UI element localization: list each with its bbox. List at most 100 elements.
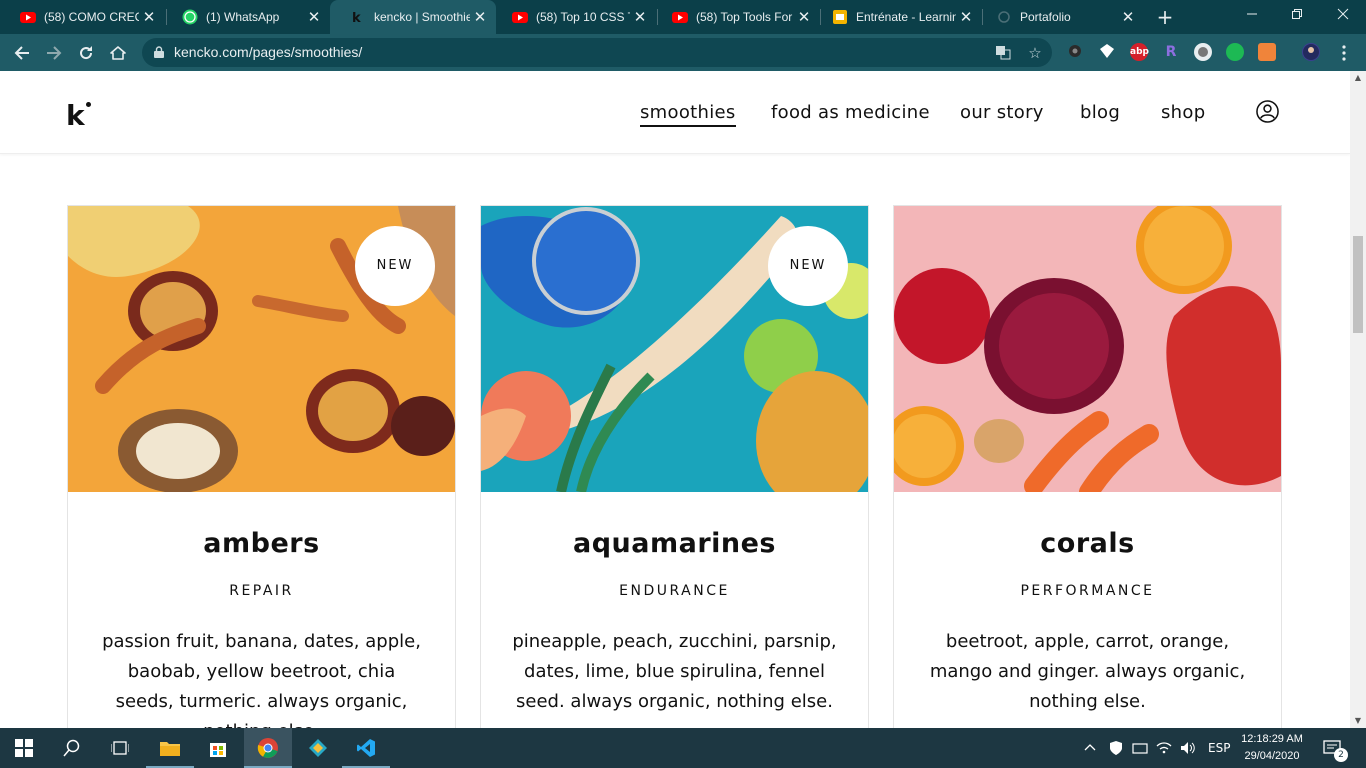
corals-ingredients-image [894, 206, 1281, 492]
nav-shop[interactable]: shop [1161, 102, 1205, 123]
tab-youtube-css[interactable]: (58) Top 10 CSS Tr ✕ [492, 0, 656, 34]
browser-tab-strip: (58) COMO CRECER ✕ (1) WhatsApp ✕ k kenc… [0, 0, 1366, 34]
close-window-button[interactable] [1320, 0, 1366, 34]
close-icon [1337, 8, 1349, 20]
system-clock[interactable]: 12:18:29 AM 29/04/2020 [1232, 731, 1312, 765]
scrollbar-thumb[interactable] [1353, 236, 1363, 333]
arrow-right-icon [47, 46, 62, 60]
product-card-aquamarines[interactable]: NEW aquamarines ENDURANCE pineapple, pea… [480, 205, 869, 728]
new-badge: NEW [768, 226, 848, 306]
minimize-icon [1247, 13, 1257, 15]
scroll-up-arrow-icon[interactable]: ▲ [1350, 71, 1366, 85]
close-icon[interactable]: ✕ [794, 8, 814, 26]
corals-photo[interactable] [894, 206, 1281, 492]
adblock-plus-icon[interactable]: abp [1130, 43, 1149, 61]
browser-toolbar: kencko.com/pages/smoothies/ ☆ abp R [0, 34, 1366, 71]
orange-extension-icon[interactable] [1258, 43, 1276, 61]
card-description: passion fruit, banana, dates, apple, bao… [102, 631, 421, 728]
security-shield-icon[interactable] [1108, 728, 1124, 768]
youtube-icon [672, 12, 688, 23]
svg-text:k: k [352, 11, 361, 25]
wifi-icon[interactable] [1156, 728, 1172, 768]
address-bar[interactable]: kencko.com/pages/smoothies/ ☆ [142, 38, 1052, 67]
vscode-button[interactable] [342, 728, 390, 768]
product-card-ambers[interactable]: NEW ambers REPAIR passion fruit, banana,… [67, 205, 456, 728]
tab-whatsapp[interactable]: (1) WhatsApp ✕ [162, 0, 330, 34]
clock-date: 29/04/2020 [1244, 750, 1300, 762]
browser-menu-button[interactable] [1330, 39, 1358, 67]
close-icon[interactable]: ✕ [1118, 8, 1138, 26]
unknown-site-icon [998, 11, 1010, 23]
close-icon[interactable]: ✕ [470, 8, 490, 26]
task-view-button[interactable] [96, 728, 144, 768]
youtube-icon [512, 12, 528, 23]
lock-icon [154, 46, 164, 58]
diamond-extension-icon[interactable] [1098, 43, 1116, 61]
card-benefit: PERFORMANCE [1020, 583, 1155, 599]
forward-button[interactable] [40, 39, 68, 67]
kencko-logo[interactable]: k [66, 99, 85, 132]
task-view-icon [111, 741, 129, 755]
store-button[interactable] [194, 728, 242, 768]
site-header: k smoothies food as medicine our story b… [0, 71, 1350, 154]
nav-smoothies[interactable]: smoothies [640, 102, 736, 127]
new-badge: NEW [355, 226, 435, 306]
chrome-icon [257, 738, 278, 758]
card-title[interactable]: ambers [68, 528, 455, 559]
ambers-photo[interactable]: NEW [68, 206, 455, 492]
windows-logo-icon [15, 739, 33, 757]
circle-extension-icon[interactable] [1194, 43, 1212, 61]
clock-time: 12:18:29 AM [1241, 733, 1303, 745]
profile-avatar[interactable] [1302, 43, 1320, 61]
notifications-button[interactable]: 2 [1322, 728, 1348, 768]
tab-entrenate[interactable]: Entrénate - Learnin ✕ [812, 0, 982, 34]
store-icon [210, 743, 226, 757]
card-title[interactable]: aquamarines [481, 528, 868, 559]
translate-icon[interactable] [994, 44, 1012, 62]
card-title[interactable]: corals [894, 528, 1281, 559]
close-icon[interactable]: ✕ [304, 8, 324, 26]
start-button[interactable] [0, 728, 48, 768]
reload-button[interactable] [72, 39, 100, 67]
green-dot-extension-icon[interactable] [1226, 43, 1244, 61]
git-client-button[interactable] [294, 728, 342, 768]
tab-youtube-como-crecer[interactable]: (58) COMO CRECER ✕ [0, 0, 165, 34]
tray-chevron-up-icon[interactable] [1084, 728, 1096, 768]
tab-youtube-tools[interactable]: (58) Top Tools For ✕ [652, 0, 820, 34]
notification-count: 2 [1334, 748, 1348, 762]
bookmark-star-icon[interactable]: ☆ [1026, 44, 1044, 62]
git-kraken-icon [309, 739, 327, 757]
tab-portafolio[interactable]: Portafolio ✕ [976, 0, 1144, 34]
home-button[interactable] [104, 39, 132, 67]
page-scrollbar[interactable]: ▲ ▼ [1350, 71, 1366, 728]
nav-blog[interactable]: blog [1080, 102, 1120, 123]
minimize-button[interactable] [1229, 0, 1275, 34]
card-description: beetroot, apple, carrot, orange, mango a… [929, 631, 1246, 712]
page-content: k smoothies food as medicine our story b… [0, 71, 1350, 728]
tab-kencko-smoothies[interactable]: k kencko | Smoothies ✕ [330, 0, 496, 34]
extension-puzzle-icon[interactable] [1066, 43, 1084, 61]
close-icon[interactable]: ✕ [139, 8, 159, 26]
close-icon[interactable]: ✕ [630, 8, 650, 26]
language-indicator[interactable]: ESP [1208, 728, 1230, 768]
folder-icon [160, 742, 180, 756]
url-text[interactable]: kencko.com/pages/smoothies/ [174, 44, 362, 60]
scroll-down-arrow-icon[interactable]: ▼ [1350, 714, 1366, 728]
arrow-left-icon [14, 46, 29, 60]
aquamarines-photo[interactable]: NEW [481, 206, 868, 492]
volume-icon[interactable] [1180, 728, 1196, 768]
new-tab-button[interactable]: + [1152, 4, 1178, 30]
r-extension-icon[interactable]: R [1162, 43, 1180, 61]
nav-our-story[interactable]: our story [960, 102, 1044, 123]
file-explorer-button[interactable] [146, 728, 194, 768]
restore-button[interactable] [1274, 0, 1320, 34]
account-icon[interactable] [1256, 100, 1279, 123]
back-button[interactable] [8, 39, 36, 67]
product-card-corals[interactable]: corals PERFORMANCE beetroot, apple, carr… [893, 205, 1282, 728]
nav-food-as-medicine[interactable]: food as medicine [771, 102, 930, 123]
kebab-menu-icon [1342, 45, 1346, 61]
network-icon[interactable] [1132, 728, 1148, 768]
search-button[interactable] [48, 728, 96, 768]
close-icon[interactable]: ✕ [956, 8, 976, 26]
chrome-taskbar-button[interactable] [244, 728, 292, 768]
